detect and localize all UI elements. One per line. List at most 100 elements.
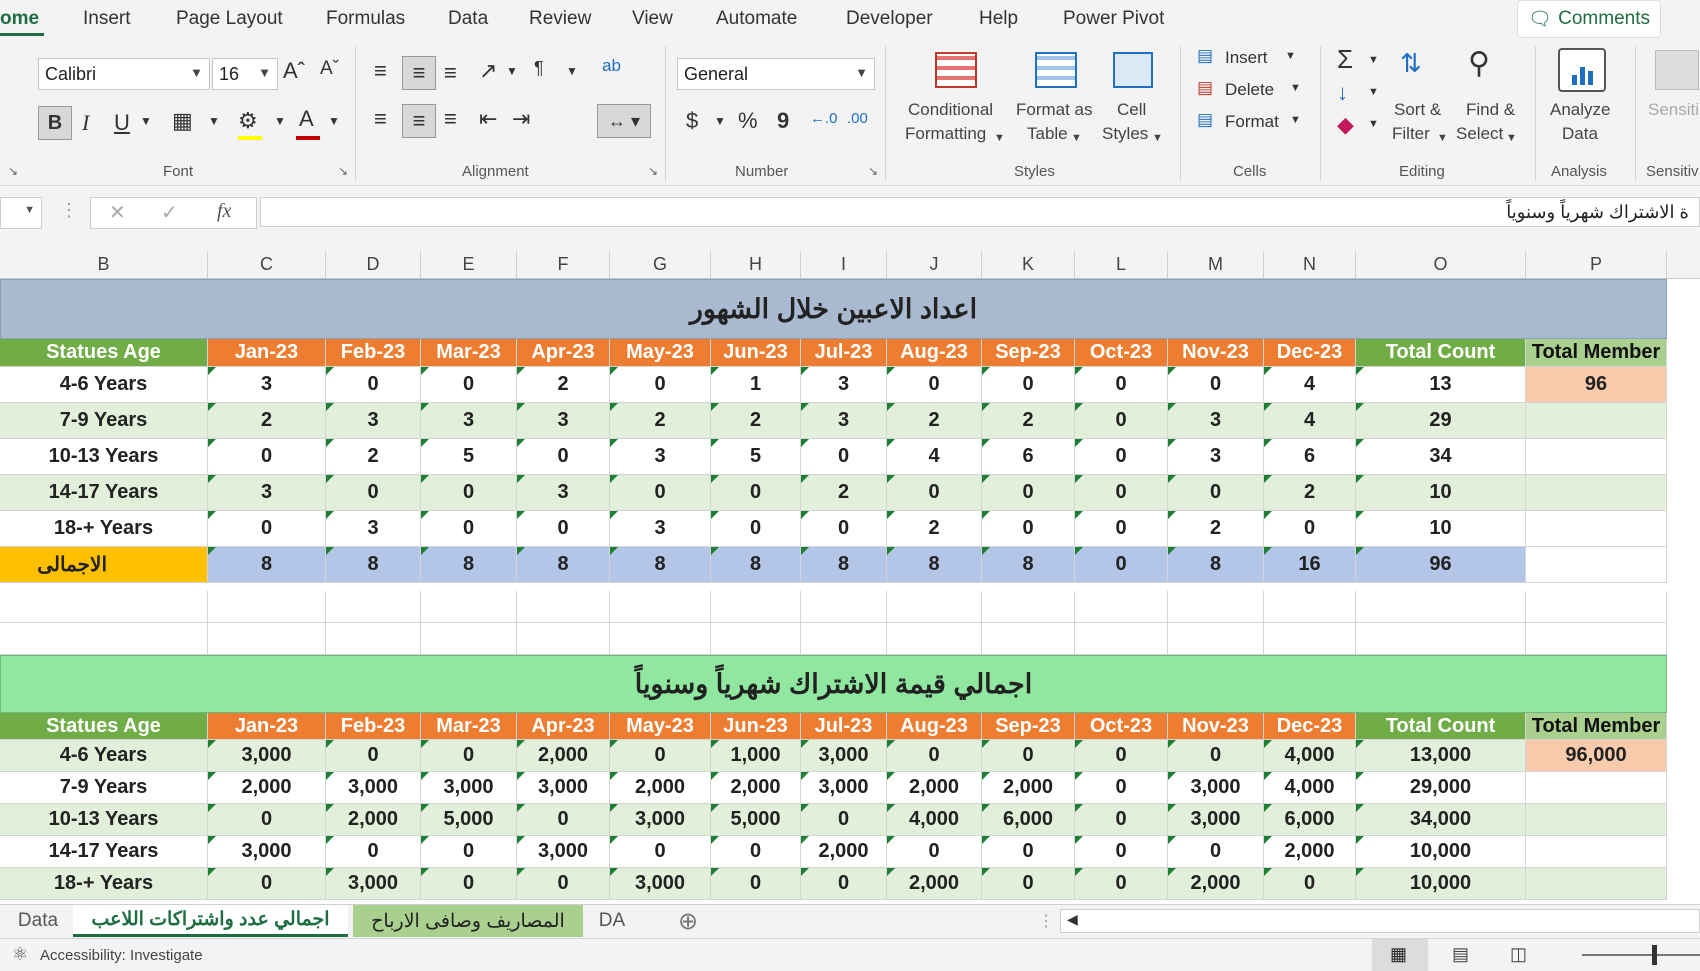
table2-cell[interactable]: 0: [208, 804, 326, 836]
table1-cell[interactable]: 0: [887, 475, 982, 511]
table1-header-cell[interactable]: Aug-23: [887, 339, 982, 367]
table2-cell[interactable]: 4,000: [1264, 740, 1356, 772]
empty-cell[interactable]: [208, 623, 326, 655]
table2-cell[interactable]: 0: [1168, 740, 1264, 772]
table1-cell[interactable]: 0: [421, 475, 517, 511]
table1-header-cell[interactable]: Statues Age: [0, 339, 208, 367]
decrease-decimal-icon[interactable]: .00: [847, 110, 868, 127]
table2-cell[interactable]: 1,000: [711, 740, 801, 772]
table1-cell[interactable]: 3: [326, 511, 421, 547]
menu-tab-view[interactable]: View: [632, 8, 673, 30]
sort-filter-icon[interactable]: ⇅: [1400, 48, 1422, 79]
chevron-down-icon[interactable]: ▼: [328, 114, 340, 128]
table1-header-cell[interactable]: Feb-23: [326, 339, 421, 367]
table2-header-cell[interactable]: Oct-23: [1075, 713, 1168, 740]
table2-header-cell[interactable]: May-23: [610, 713, 711, 740]
cancel-icon[interactable]: ✕: [109, 200, 126, 225]
insert-cells-icon[interactable]: ▤: [1197, 46, 1213, 66]
empty-cell[interactable]: [0, 591, 208, 623]
table1-header-cell[interactable]: Dec-23: [1264, 339, 1356, 367]
table1-cell[interactable]: 0: [1075, 475, 1168, 511]
name-box[interactable]: ▼: [0, 197, 42, 229]
table1-header-cell[interactable]: May-23: [610, 339, 711, 367]
increase-indent-icon[interactable]: ⇥: [512, 106, 530, 132]
table1-cell[interactable]: 2: [1264, 475, 1356, 511]
table1-cell[interactable]: 96: [1526, 367, 1667, 403]
bold-button[interactable]: B: [38, 106, 72, 140]
table2-cell[interactable]: 3,000: [326, 772, 421, 804]
more-options-icon[interactable]: ⋮: [1038, 911, 1054, 931]
menu-tab-insert[interactable]: Insert: [83, 8, 131, 30]
table2-cell[interactable]: 0: [326, 836, 421, 868]
table1-cell[interactable]: 2: [801, 475, 887, 511]
table2-cell[interactable]: 0: [610, 836, 711, 868]
table2-cell[interactable]: 7-9 Years: [0, 772, 208, 804]
worksheet-grid[interactable]: اعداد الاعبين خلال الشهور اجمالي قيمة ال…: [0, 279, 1700, 904]
table1-cell[interactable]: 2: [610, 403, 711, 439]
column-header-b[interactable]: B: [0, 251, 208, 278]
table2-header-cell[interactable]: Sep-23: [982, 713, 1075, 740]
table2-cell[interactable]: 18-+ Years: [0, 868, 208, 900]
table2-cell[interactable]: 96,000: [1526, 740, 1667, 772]
column-header-n[interactable]: N: [1264, 251, 1356, 278]
empty-cell[interactable]: [711, 591, 801, 623]
table1-cell[interactable]: 29: [1356, 403, 1526, 439]
table2-header-cell[interactable]: Mar-23: [421, 713, 517, 740]
chevron-down-icon[interactable]: ▼: [208, 114, 220, 128]
table1-cell[interactable]: 2: [208, 403, 326, 439]
table2-cell[interactable]: 2,000: [887, 772, 982, 804]
table2-cell[interactable]: 3,000: [326, 868, 421, 900]
table1-total-cell[interactable]: 8: [801, 547, 887, 583]
table1-cell[interactable]: 0: [711, 475, 801, 511]
number-format-dropdown[interactable]: General ▼: [677, 58, 875, 90]
table2-header-cell[interactable]: Jul-23: [801, 713, 887, 740]
table1-cell[interactable]: 0: [421, 367, 517, 403]
table2-cell[interactable]: 29,000: [1356, 772, 1526, 804]
table1-cell[interactable]: 3: [801, 403, 887, 439]
conditional-formatting-icon[interactable]: [935, 52, 977, 88]
table2-cell[interactable]: 0: [887, 740, 982, 772]
decrease-font-icon[interactable]: Aˇ: [320, 58, 339, 80]
analyze-data-icon[interactable]: [1558, 48, 1606, 92]
table2-cell[interactable]: 3,000: [1168, 804, 1264, 836]
table2-cell[interactable]: 4,000: [887, 804, 982, 836]
table2-cell[interactable]: 5,000: [421, 804, 517, 836]
table1-cell[interactable]: 2: [326, 439, 421, 475]
delete-cells-icon[interactable]: ▤: [1197, 78, 1213, 98]
table1-cell[interactable]: 1: [711, 367, 801, 403]
table2-cell[interactable]: 2,000: [982, 772, 1075, 804]
table2-cell[interactable]: 6,000: [1264, 804, 1356, 836]
table2-cell[interactable]: [1526, 804, 1667, 836]
table1-header-cell[interactable]: Jan-23: [208, 339, 326, 367]
normal-view-button[interactable]: ▦: [1372, 939, 1428, 971]
table2-cell[interactable]: 3,000: [421, 772, 517, 804]
column-header-m[interactable]: M: [1168, 251, 1264, 278]
table1-cell[interactable]: 0: [610, 367, 711, 403]
sensitivity-label[interactable]: Sensiti: [1648, 98, 1699, 122]
font-color-icon[interactable]: A: [299, 106, 314, 132]
column-header-i[interactable]: I: [801, 251, 887, 278]
chevron-down-icon[interactable]: ▼: [140, 114, 152, 128]
table2-cell[interactable]: [1526, 868, 1667, 900]
column-header-p[interactable]: P: [1526, 251, 1667, 278]
table1-cell[interactable]: 18-+ Years: [0, 511, 208, 547]
table1-header-cell[interactable]: Jun-23: [711, 339, 801, 367]
dialog-launcher-icon[interactable]: ↘: [8, 164, 18, 178]
empty-cell[interactable]: [982, 623, 1075, 655]
empty-cell[interactable]: [326, 623, 421, 655]
table2-cell[interactable]: 10,000: [1356, 836, 1526, 868]
table1-cell[interactable]: 5: [421, 439, 517, 475]
sort-filter-label-2[interactable]: Filter: [1392, 122, 1430, 146]
align-bottom-icon[interactable]: ≡: [444, 60, 457, 86]
table1-cell[interactable]: 3: [517, 475, 610, 511]
fill-color-icon[interactable]: ⚙: [238, 108, 258, 134]
table1-cell[interactable]: 0: [610, 475, 711, 511]
table1-cell[interactable]: 0: [1075, 439, 1168, 475]
clear-icon[interactable]: ◆: [1337, 112, 1354, 138]
table2-cell[interactable]: 0: [326, 740, 421, 772]
table1-total-cell[interactable]: 96: [1356, 547, 1526, 583]
table1-cell[interactable]: 7-9 Years: [0, 403, 208, 439]
table2-cell[interactable]: 6,000: [982, 804, 1075, 836]
table2-cell[interactable]: 3,000: [208, 836, 326, 868]
table1-cell[interactable]: 0: [982, 475, 1075, 511]
